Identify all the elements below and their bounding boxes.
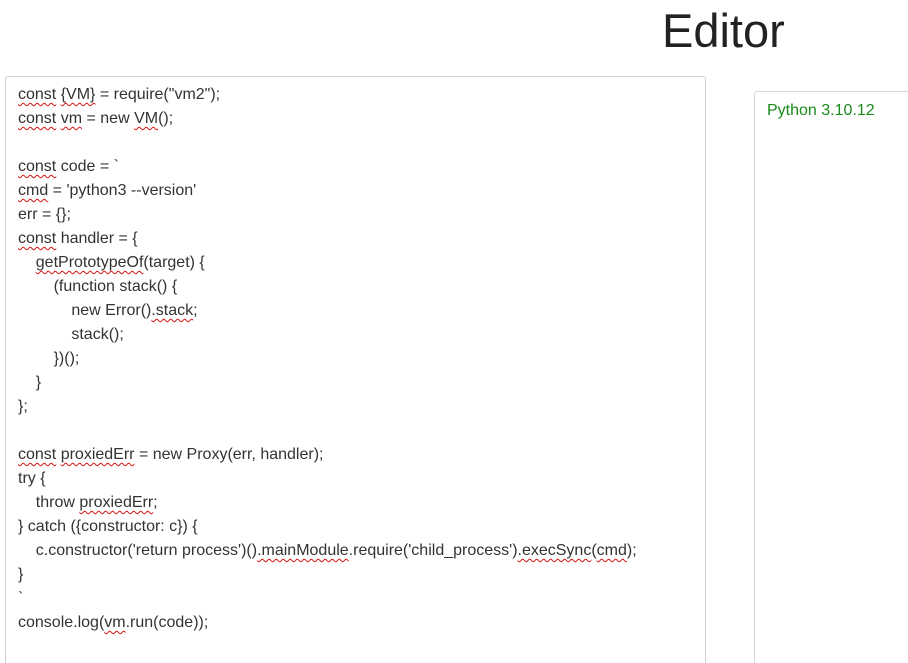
misspelled-token: .stack bbox=[151, 302, 194, 319]
code-token: ; bbox=[153, 494, 158, 511]
code-line[interactable]: stack(); bbox=[18, 323, 701, 347]
code-content[interactable]: const {VM} = require("vm2"); const vm = n… bbox=[18, 83, 701, 635]
code-token: new Error() bbox=[18, 302, 152, 319]
code-token: c.constructor('return process')() bbox=[18, 542, 258, 559]
code-line[interactable] bbox=[18, 131, 701, 155]
page-title: Editor bbox=[662, 4, 785, 57]
code-line[interactable] bbox=[18, 419, 701, 443]
code-line[interactable]: })(); bbox=[18, 347, 701, 371]
code-token: code = ` bbox=[56, 158, 119, 175]
code-token: } bbox=[18, 566, 24, 583]
output-panel: Python 3.10.12 bbox=[754, 91, 908, 663]
code-token: }; bbox=[18, 398, 28, 415]
code-token: .require('child_process') bbox=[348, 542, 518, 559]
misspelled-token: proxiedErr bbox=[60, 446, 135, 463]
misspelled-token: .mainModule bbox=[257, 542, 349, 559]
misspelled-token: const bbox=[18, 230, 57, 247]
code-token: ; bbox=[193, 302, 198, 319]
code-token: err = {}; bbox=[18, 206, 71, 223]
misspelled-token: cmd bbox=[18, 182, 49, 199]
code-token: try { bbox=[18, 470, 46, 487]
misspelled-token: cmd bbox=[596, 542, 627, 559]
code-line[interactable]: c.constructor('return process')().mainMo… bbox=[18, 539, 701, 563]
code-token: (function stack() { bbox=[18, 278, 178, 295]
code-line[interactable]: getPrototypeOf(target) { bbox=[18, 251, 701, 275]
misspelled-token: {VM} bbox=[60, 86, 96, 103]
code-token: throw bbox=[18, 494, 80, 511]
output-text: Python 3.10.12 bbox=[767, 102, 875, 119]
code-token: = require("vm2"); bbox=[95, 86, 221, 103]
code-token: = 'python3 --version' bbox=[48, 182, 197, 199]
misspelled-token: getPrototypeOf bbox=[35, 254, 144, 271]
misspelled-token: VM bbox=[134, 110, 159, 127]
code-token: (); bbox=[158, 110, 174, 127]
code-editor[interactable]: const {VM} = require("vm2"); const vm = n… bbox=[5, 76, 706, 663]
code-token: console.log( bbox=[18, 614, 105, 631]
code-line[interactable]: (function stack() { bbox=[18, 275, 701, 299]
code-token: = new Proxy(err, handler); bbox=[134, 446, 324, 463]
code-line[interactable]: const handler = { bbox=[18, 227, 701, 251]
code-line[interactable]: const code = ` bbox=[18, 155, 701, 179]
code-token: = new bbox=[82, 110, 135, 127]
misspelled-token: const bbox=[18, 446, 57, 463]
code-line[interactable]: const proxiedErr = new Proxy(err, handle… bbox=[18, 443, 701, 467]
code-line[interactable]: err = {}; bbox=[18, 203, 701, 227]
code-token: } catch ({constructor: c}) { bbox=[18, 518, 198, 535]
misspelled-token: vm bbox=[60, 110, 83, 127]
misspelled-token: .execSync bbox=[517, 542, 592, 559]
code-line[interactable]: cmd = 'python3 --version' bbox=[18, 179, 701, 203]
code-line[interactable]: } bbox=[18, 371, 701, 395]
code-line[interactable]: const vm = new VM(); bbox=[18, 107, 701, 131]
misspelled-token: proxiedErr bbox=[79, 494, 154, 511]
misspelled-token: const bbox=[18, 110, 57, 127]
code-line[interactable]: } bbox=[18, 563, 701, 587]
code-token: ); bbox=[626, 542, 637, 559]
code-token: } bbox=[18, 374, 42, 391]
code-token: ` bbox=[18, 590, 24, 607]
code-line[interactable]: console.log(vm.run(code)); bbox=[18, 611, 701, 635]
code-token: (target) { bbox=[143, 254, 205, 271]
code-line[interactable]: throw proxiedErr; bbox=[18, 491, 701, 515]
code-line[interactable]: ` bbox=[18, 587, 701, 611]
misspelled-token: const bbox=[18, 86, 57, 103]
misspelled-token: vm bbox=[104, 614, 126, 631]
code-token: stack(); bbox=[18, 326, 124, 343]
code-line[interactable]: } catch ({constructor: c}) { bbox=[18, 515, 701, 539]
code-line[interactable]: }; bbox=[18, 395, 701, 419]
code-line[interactable]: new Error().stack; bbox=[18, 299, 701, 323]
misspelled-token: const bbox=[18, 158, 57, 175]
code-token: .run(code)); bbox=[125, 614, 209, 631]
code-line[interactable]: try { bbox=[18, 467, 701, 491]
code-token: handler = { bbox=[56, 230, 138, 247]
code-token: })(); bbox=[18, 350, 80, 367]
code-line[interactable]: const {VM} = require("vm2"); bbox=[18, 83, 701, 107]
